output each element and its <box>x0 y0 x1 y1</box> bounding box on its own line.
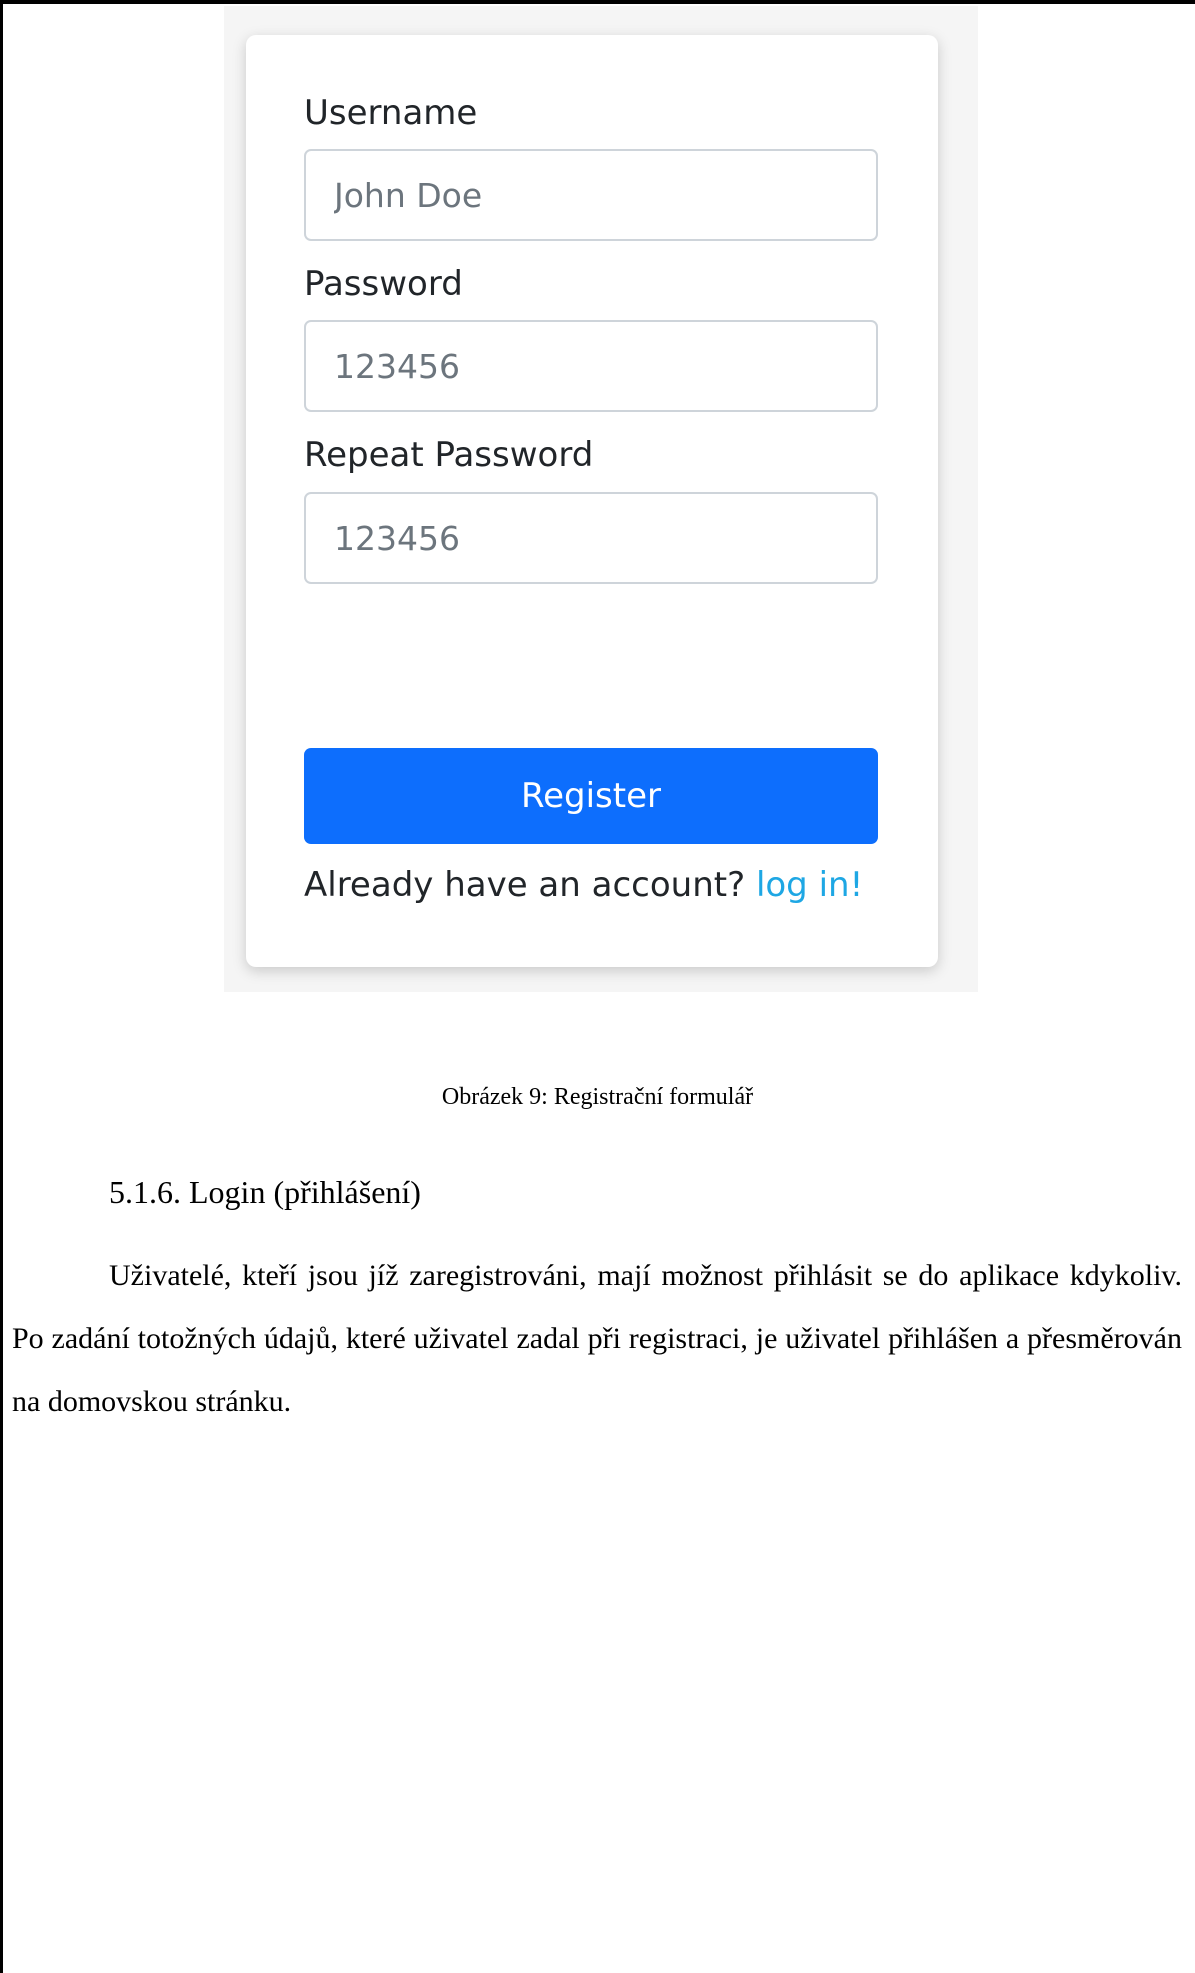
username-label: Username <box>304 93 478 133</box>
repeat-password-input[interactable] <box>304 492 878 584</box>
login-prompt-text: Already have an account? <box>304 865 746 905</box>
register-button[interactable]: Register <box>304 748 878 844</box>
username-input[interactable] <box>304 149 878 241</box>
figure-caption: Obrázek 9: Registrační formulář <box>441 1084 754 1110</box>
register-card: Username Password Repeat Password Regist… <box>246 35 938 967</box>
password-input[interactable] <box>304 320 878 412</box>
repeat-password-label: Repeat Password <box>304 435 594 475</box>
section-heading: 5.1.6. Login (přihlášení) <box>109 1174 421 1210</box>
login-prompt-line: Already have an account? log in! <box>304 865 863 905</box>
password-label: Password <box>304 264 463 304</box>
body-paragraph: Uživatelé, kteří jsou jíž zaregistrováni… <box>12 1259 1182 1418</box>
screenshot-figure: Username Password Repeat Password Regist… <box>224 6 978 992</box>
login-link[interactable]: log in! <box>756 865 863 905</box>
